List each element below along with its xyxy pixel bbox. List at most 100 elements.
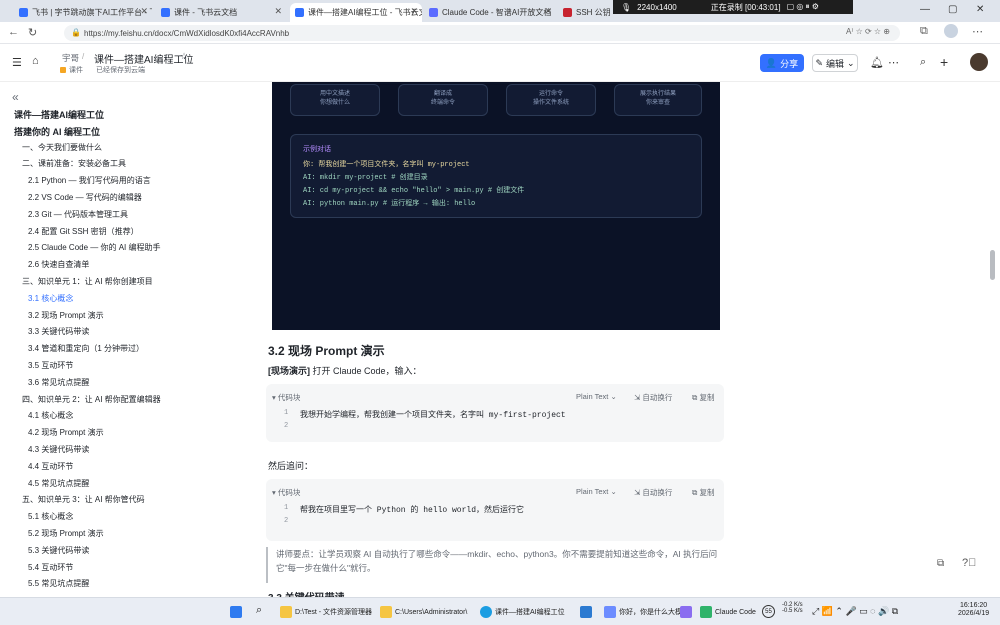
search-icon[interactable]: ⌕ [920,56,926,69]
badge-count: 55 [762,605,775,618]
toc-item[interactable]: 3.6 常见坑点提醒 [28,377,89,388]
toc-item[interactable]: 4.4 互动环节 [28,461,73,472]
taskbar-app[interactable]: C:\Users\Administrator\ [380,606,467,618]
toc-item[interactable]: 2.3 Git — 代码版本管理工具 [28,209,128,220]
search-icon[interactable]: ⌕ [256,604,262,617]
browser-toolbar-icons[interactable]: A⁾ ☆ ⟳ ☆ ⊕ [846,27,890,36]
close-icon[interactable]: ✕ [140,6,148,17]
home-icon[interactable]: ⌂ [32,55,39,67]
toc-item[interactable]: 课件—搭建AI编程工位 [14,108,104,121]
toc-item[interactable]: 3.5 互动环节 [28,360,73,371]
browser-tab[interactable]: SSH 公钥 - Gitee [558,3,610,22]
browser-tab-active[interactable]: 课件—搭建AI编程工位 - 飞书云文 ✕ [290,3,422,22]
tray-badge[interactable]: 55 [762,605,775,618]
record-controls-icon[interactable]: ▢ ◎ ⏸ ⚙ [787,2,819,12]
taskbar-app[interactable]: Claude Code [700,606,756,618]
wrap-toggle[interactable]: ⇲ 自动换行 [634,392,672,403]
copy-button[interactable]: ⧉ 复制 [692,487,714,498]
close-icon[interactable]: ✕ [274,6,282,17]
maximize-icon[interactable]: ▢ [948,4,957,15]
toc-item[interactable]: 搭建你的 AI 编程工位 [14,125,100,138]
toc-item[interactable]: 2.2 VS Code — 写代码的编辑器 [28,192,142,203]
toc-item[interactable]: 五、知识单元 3：让 AI 帮你管代码 [22,494,145,505]
copy-label: 复制 [699,488,715,497]
wrap-toggle[interactable]: ⇲ 自动换行 [634,487,672,498]
toc-item[interactable]: 一、今天我们要做什么 [22,142,102,153]
toc-item[interactable]: 4.1 核心概念 [28,410,73,421]
toc-item[interactable]: 5.1 核心概念 [28,511,73,522]
folder-label[interactable]: 课件 [69,65,83,75]
copy-button[interactable]: ⧉ 复制 [692,392,714,403]
taskbar-app[interactable]: D:\Test - 文件资源管理器 [280,606,372,618]
start-icon[interactable] [230,606,242,618]
breadcrumb-root[interactable]: 宇哥 [62,52,79,64]
avatar[interactable] [970,53,988,71]
pencil-icon: ✎ [815,57,823,68]
help-icon[interactable]: ?⃝ [962,557,976,569]
code-block[interactable]: ▾ 代码块 Plain Text ⌄ ⇲ 自动换行 ⧉ 复制 1 我想开始学编程… [266,384,724,442]
feishu-icon [295,8,304,17]
profile-avatar[interactable] [944,24,958,38]
browser-tab[interactable]: 飞书 | 字节跳动旗下AI工作平台 - 飞书 ✕ [14,3,152,22]
toc-item[interactable]: 5.4 互动环节 [28,562,73,573]
taskbar-app[interactable] [580,606,592,618]
bell-icon[interactable]: 🔔︎ [870,56,884,69]
toc-item[interactable]: 4.2 现场 Prompt 演示 [28,427,104,438]
tray-icons[interactable]: ⤢ 📶 ⌃ 🎤 ▭ ◌ 🔊 ⧉ [812,606,898,617]
toc-item[interactable]: 3.2 现场 Prompt 演示 [28,310,104,321]
refresh-icon[interactable]: ↻ [28,26,37,39]
toc-item[interactable]: 4.5 常见坑点提醒 [28,478,89,489]
net-down-unit: K/s [794,608,803,614]
toc-item[interactable]: 3.4 管道和重定向（1 分钟带过） [28,343,144,354]
browser-tab[interactable]: 课件 - 飞书云文档 ✕ [156,3,286,22]
scrollbar-thumb[interactable] [990,250,995,280]
toc-item[interactable]: 3.3 关键代码带读 [28,326,89,337]
toc-item[interactable]: 5.5 常见坑点提醒 [28,578,89,589]
add-icon[interactable]: + [940,54,948,70]
minimize-icon[interactable]: — [920,4,930,15]
toc-item[interactable]: 5.2 现场 Prompt 演示 [28,528,104,539]
gitee-icon [563,8,572,17]
star-icon[interactable]: ☆ [180,51,188,62]
menu-icon[interactable]: ☰ [12,56,22,69]
card-line: 运行命令 [538,91,563,97]
more-icon[interactable]: ⋯ [888,56,899,69]
toc-item[interactable]: 四、知识单元 2：让 AI 帮你配置编辑器 [22,394,161,405]
taskbar-app[interactable]: 你好，你是什么大模型 [604,606,689,618]
taskbar-app[interactable] [680,606,692,618]
close-window-icon[interactable]: ✕ [976,4,984,15]
share-button[interactable]: 👤 分享 [760,54,804,72]
toc-item[interactable]: 3.1 核心概念 [28,293,73,304]
language-select[interactable]: Plain Text ⌄ [576,392,617,401]
collapse-icon[interactable]: « [12,90,19,104]
address-bar[interactable]: 🔒 https://my.feishu.cn/docx/CmWdXidlosdK… [64,25,900,41]
recording-status: 正在录制 [00:43:01] [710,2,781,12]
dialog-line: AI: python main.py # 运行程序 → 输出: hello [303,200,476,208]
share-label: 分享 [780,58,799,69]
edit-button[interactable]: ✎ 编辑 ⌄ [812,54,858,72]
toc-item[interactable]: 二、课前准备：安装必备工具 [22,158,126,169]
toc-item[interactable]: 4.3 关键代码带读 [28,444,89,455]
toc-item[interactable]: 2.4 配置 Git SSH 密钥（推荐） [28,226,139,237]
code-line[interactable]: 帮我在项目里写一个 Python 的 hello world，然后运行它 [300,504,524,515]
toc-item[interactable]: 5.3 关键代码带读 [28,545,89,556]
close-icon[interactable]: ✕ [410,6,418,17]
clock[interactable]: 16:16:20 2026/4/19 [958,602,989,617]
language-select[interactable]: Plain Text ⌄ [576,487,617,496]
taskbar-label: 你好，你是什么大模型 [619,609,689,616]
close-icon[interactable]: ✕ [544,6,552,17]
toc-item[interactable]: 2.6 快速自查清单 [28,259,89,270]
toc-item[interactable]: 三、知识单元 1：让 AI 帮你创建项目 [22,276,153,287]
code-line[interactable]: 我想开始学编程，帮我创建一个项目文件夹，名字叫 my-first-project [300,409,566,420]
taskbar-app[interactable]: 课件—搭建AI编程工位 [480,606,565,618]
toc-item[interactable]: 2.1 Python — 我们写代码用的语言 [28,175,151,186]
code-block[interactable]: ▾ 代码块 Plain Text ⌄ ⇲ 自动换行 ⧉ 复制 1 帮我在项目里写… [266,479,724,541]
toc-item[interactable]: 2.5 Claude Code — 你的 AI 编程助手 [28,242,161,253]
back-icon[interactable]: ← [8,26,19,38]
more-icon[interactable]: ⋯ [972,25,983,38]
flow-card: 用中文描述 你想做什么 [290,84,380,116]
extensions-icon[interactable]: ⧉ [920,25,928,38]
comment-icon[interactable]: ⧉ [937,558,944,569]
browser-tab[interactable]: Claude Code - 智谱AI开放文档 ✕ [424,3,556,22]
next-section-heading: 3.3 关键代码带读 [268,589,345,597]
